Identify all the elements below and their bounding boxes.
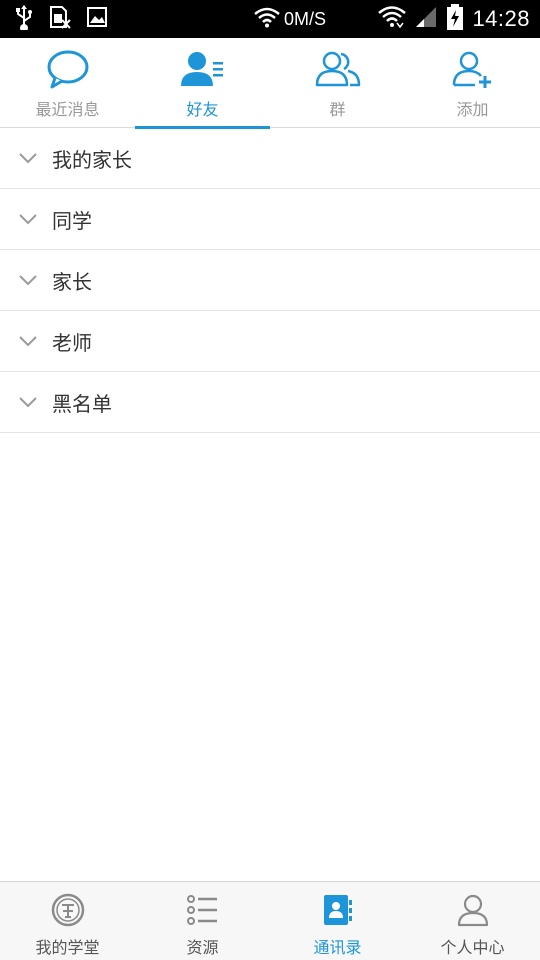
status-bar: 0M/S 14:28 (0, 0, 540, 38)
add-user-icon (449, 48, 497, 92)
friend-group-list: 我的家长 同学 家长 老师 黑名单 (0, 128, 540, 433)
tab-label: 好友 (186, 100, 219, 119)
person-icon (455, 892, 491, 928)
tab-label: 最近消息 (35, 100, 100, 119)
nav-resources[interactable]: 资源 (135, 882, 270, 960)
nav-my-school[interactable]: 我的学堂 (0, 882, 135, 960)
chat-bubble-icon (44, 48, 92, 92)
tab-friends[interactable]: 好友 (135, 38, 270, 129)
status-time: 14:28 (472, 6, 530, 31)
network-speed-text: 0M/S (284, 8, 327, 29)
usb-icon (14, 4, 34, 34)
nav-label: 通讯录 (313, 938, 362, 957)
bottom-navigation: 我的学堂 资源 通讯录 个人中心 (0, 881, 540, 960)
status-notification-icons (0, 0, 108, 38)
signal-icon (414, 5, 438, 33)
nav-label: 个人中心 (440, 938, 505, 957)
chevron-down-icon (0, 152, 52, 164)
nav-label: 资源 (186, 938, 219, 957)
group-label: 黑名单 (52, 391, 112, 416)
tab-recent-messages[interactable]: 最近消息 (0, 38, 135, 128)
battery-charging-icon (446, 3, 464, 35)
wifi-signal-icon (378, 5, 407, 33)
nav-contacts[interactable]: 通讯录 (270, 882, 405, 960)
group-teachers[interactable]: 老师 (0, 311, 540, 372)
tab-label: 群 (329, 100, 346, 119)
network-speed-indicator: 0M/S (254, 0, 326, 38)
group-label: 我的家长 (52, 147, 132, 172)
tab-add[interactable]: 添加 (405, 38, 540, 128)
contacts-book-icon (320, 892, 356, 928)
status-system-icons: 14:28 (378, 0, 530, 38)
group-blacklist[interactable]: 黑名单 (0, 372, 540, 433)
wifi-icon (254, 6, 280, 32)
tab-label: 添加 (456, 100, 489, 119)
school-seal-icon (50, 892, 86, 928)
nav-profile[interactable]: 个人中心 (405, 882, 540, 960)
list-icon (185, 892, 221, 928)
group-label: 老师 (52, 330, 92, 355)
image-icon (86, 6, 108, 32)
tab-groups[interactable]: 群 (270, 38, 405, 128)
chevron-down-icon (0, 335, 52, 347)
group-my-parents[interactable]: 我的家长 (0, 128, 540, 189)
group-label: 同学 (52, 208, 92, 233)
nav-label: 我的学堂 (35, 938, 100, 957)
group-icon (314, 48, 362, 92)
chevron-down-icon (0, 274, 52, 286)
contacts-tab-bar: 最近消息 好友 群 添加 (0, 38, 540, 129)
group-parents[interactable]: 家长 (0, 250, 540, 311)
chevron-down-icon (0, 396, 52, 408)
no-sim-icon (48, 4, 72, 34)
group-classmates[interactable]: 同学 (0, 189, 540, 250)
chevron-down-icon (0, 213, 52, 225)
friend-list-icon (179, 48, 227, 92)
group-label: 家长 (52, 269, 92, 294)
